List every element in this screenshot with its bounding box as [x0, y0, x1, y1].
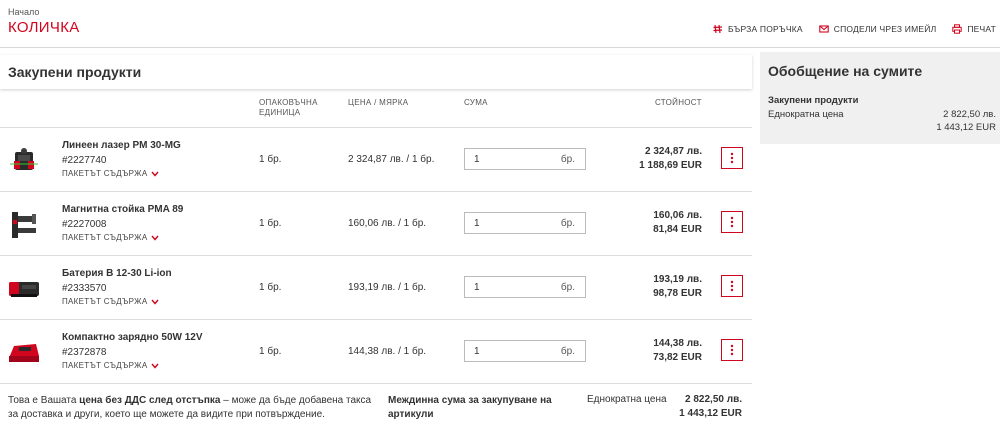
email-icon — [818, 25, 829, 33]
quantity-unit: бр. — [560, 218, 575, 229]
price-note: Това е Вашата цена без ДДС след отстъпка… — [8, 394, 378, 422]
value-eur: 98,78 EUR — [653, 288, 702, 299]
quantity-input[interactable] — [465, 277, 555, 297]
subtotal-label: Междинна сума за закупуване на артикули — [388, 395, 552, 420]
summary-total-bgn: 2 822,50 лв. — [943, 109, 996, 120]
packaging-unit: 1 бр. — [259, 346, 282, 357]
summary-label: Закупени продукти — [768, 95, 859, 106]
cart-row: Линеен лазер PM 30-MG #2227740 ПАКЕТЪТ С… — [0, 127, 752, 191]
product-sku: #2227740 — [62, 155, 107, 166]
print-label: ПЕЧАТ — [967, 24, 996, 34]
chevron-down-icon — [151, 235, 160, 241]
value-bgn: 193,19 лв. — [653, 274, 702, 285]
cart-row: Компактно зарядно 50W 12V #2372878 ПАКЕТ… — [0, 319, 752, 383]
top-bar: Начало КОЛИЧКА БЪРЗА ПОРЪЧКА СПОДЕЛИ ЧРЕ… — [0, 0, 1000, 48]
product-name[interactable]: Линеен лазер PM 30-MG — [62, 140, 181, 151]
package-contents-label: ПАКЕТЪТ СЪДЪРЖА — [62, 297, 148, 306]
quantity-unit: бр. — [560, 154, 575, 165]
unit-price: 144,38 лв. / 1 бр. — [348, 346, 427, 357]
chevron-down-icon — [151, 299, 160, 305]
chevron-down-icon — [151, 363, 160, 369]
package-contents-label: ПАКЕТЪТ СЪДЪРЖА — [62, 169, 148, 178]
laser-level-icon — [10, 148, 38, 170]
print-button[interactable]: ПЕЧАТ — [952, 24, 996, 34]
quantity-unit: бр. — [560, 346, 575, 357]
value-bgn: 144,38 лв. — [653, 338, 702, 349]
battery-icon — [9, 282, 39, 297]
summary-title: Обобщение на сумите — [768, 63, 923, 79]
chevron-down-icon — [151, 171, 160, 177]
more-options-button[interactable] — [721, 275, 743, 297]
unit-price: 193,19 лв. / 1 бр. — [348, 282, 427, 293]
unit-price: 160,06 лв. / 1 бр. — [348, 218, 427, 229]
column-header-value: СТОЙНОСТ — [655, 98, 702, 107]
product-name[interactable]: Компактно зарядно 50W 12V — [62, 332, 203, 343]
package-contents-toggle[interactable]: ПАКЕТЪТ СЪДЪРЖА — [62, 233, 160, 242]
header-actions: БЪРЗА ПОРЪЧКА СПОДЕЛИ ЧРЕЗ ИМЕЙЛ ПЕЧАТ — [713, 24, 996, 34]
vertical-dots-icon — [730, 344, 734, 356]
value-bgn: 160,06 лв. — [653, 210, 702, 221]
product-sku: #2227008 — [62, 219, 107, 230]
subtotal-bgn: 2 822,50 лв. — [685, 394, 742, 405]
package-contents-toggle[interactable]: ПАКЕТЪТ СЪДЪРЖА — [62, 361, 160, 370]
cart-row: Батерия B 12-30 Li-ion #2333570 ПАКЕТЪТ … — [0, 255, 752, 319]
subtotal-once-label: Еднократна цена — [587, 394, 667, 405]
quantity-field[interactable]: бр. — [464, 148, 586, 170]
quantity-field[interactable]: бр. — [464, 340, 586, 362]
cart-row: Магнитна стойка PMA 89 #2227008 ПАКЕТЪТ … — [0, 191, 752, 255]
cart-footer: Това е Вашата цена без ДДС след отстъпка… — [0, 383, 752, 423]
price-note-prefix: Това е Вашата — [8, 395, 80, 406]
more-options-button[interactable] — [721, 211, 743, 233]
column-header-amount: СУМА — [464, 98, 488, 107]
value-eur: 1 188,69 EUR — [639, 160, 702, 171]
quantity-input[interactable] — [465, 213, 555, 233]
quick-order-label: БЪРЗА ПОРЪЧКА — [728, 24, 803, 34]
package-contents-toggle[interactable]: ПАКЕТЪТ СЪДЪРЖА — [62, 169, 160, 178]
summary-panel: Обобщение на сумите Закупени продукти Ед… — [760, 52, 1000, 144]
value-eur: 73,82 EUR — [653, 352, 702, 363]
more-options-button[interactable] — [721, 147, 743, 169]
summary-once-label: Еднократна цена — [768, 109, 844, 120]
charger-icon — [9, 344, 39, 362]
unit-price: 2 324,87 лв. / 1 бр. — [348, 154, 435, 165]
packaging-unit: 1 бр. — [259, 282, 282, 293]
value-eur: 81,84 EUR — [653, 224, 702, 235]
vertical-dots-icon — [730, 152, 734, 164]
print-icon — [952, 24, 963, 34]
share-email-label: СПОДЕЛИ ЧРЕЗ ИМЕЙЛ — [833, 24, 937, 34]
package-contents-label: ПАКЕТЪТ СЪДЪРЖА — [62, 233, 148, 242]
subtotal-eur: 1 443,12 EUR — [679, 408, 742, 419]
quantity-unit: бр. — [560, 282, 575, 293]
packaging-unit: 1 бр. — [259, 218, 282, 229]
value-bgn: 2 324,87 лв. — [645, 146, 702, 157]
quantity-field[interactable]: бр. — [464, 276, 586, 298]
summary-total-eur: 1 443,12 EUR — [936, 122, 996, 133]
product-name[interactable]: Батерия B 12-30 Li-ion — [62, 268, 172, 279]
quick-order-button[interactable]: БЪРЗА ПОРЪЧКА — [713, 24, 803, 34]
product-sku: #2333570 — [62, 283, 107, 294]
product-sku: #2372878 — [62, 347, 107, 358]
page-title: КОЛИЧКА — [8, 19, 80, 36]
package-contents-toggle[interactable]: ПАКЕТЪТ СЪДЪРЖА — [62, 297, 160, 306]
vertical-dots-icon — [730, 216, 734, 228]
package-contents-label: ПАКЕТЪТ СЪДЪРЖА — [62, 361, 148, 370]
magnetic-mount-icon — [12, 212, 36, 238]
quick-order-icon — [713, 24, 723, 34]
quantity-input[interactable] — [465, 149, 555, 169]
packaging-unit: 1 бр. — [259, 154, 282, 165]
quantity-input[interactable] — [465, 341, 555, 361]
column-header-price: ЦЕНА / МЯРКА — [348, 98, 409, 107]
more-options-button[interactable] — [721, 339, 743, 361]
product-name[interactable]: Магнитна стойка PMA 89 — [62, 204, 183, 215]
share-email-button[interactable]: СПОДЕЛИ ЧРЕЗ ИМЕЙЛ — [818, 24, 937, 34]
purchased-products-header: Закупени продукти — [0, 55, 752, 89]
purchased-products-title: Закупени продукти — [8, 64, 142, 80]
column-header-packaging: ОПАКОВЪЧНА ЕДИНИЦА — [259, 98, 318, 117]
price-note-bold: цена без ДДС след отстъпка — [79, 395, 221, 406]
breadcrumb[interactable]: Начало — [8, 7, 39, 17]
quantity-field[interactable]: бр. — [464, 212, 586, 234]
vertical-dots-icon — [730, 280, 734, 292]
